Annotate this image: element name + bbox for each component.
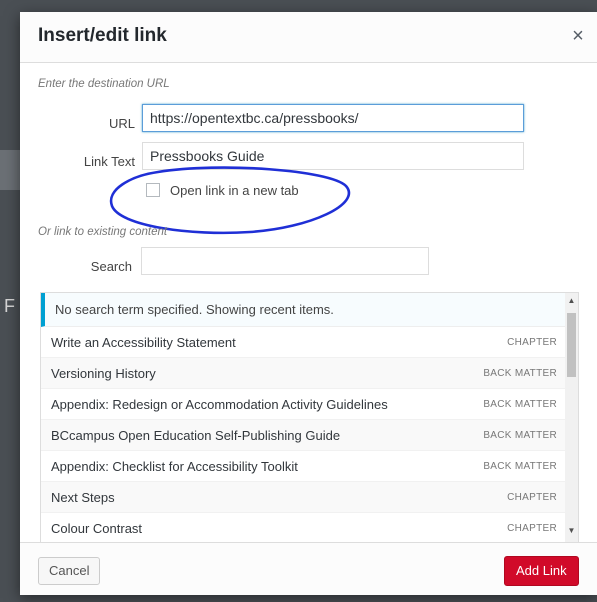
- cancel-button[interactable]: Cancel: [38, 557, 101, 585]
- search-input[interactable]: [141, 247, 429, 275]
- list-item-title: Colour Contrast: [51, 521, 143, 536]
- list-item-type: BACK MATTER: [483, 461, 557, 472]
- url-label: URL: [108, 116, 135, 131]
- existing-content-hint: Or link to existing content: [38, 226, 168, 238]
- list-item[interactable]: BCcampus Open Education Self-Publishing …: [41, 420, 565, 451]
- list-item-title: BCcampus Open Education Self-Publishing …: [51, 428, 341, 443]
- list-item[interactable]: Colour Contrast CHAPTER: [41, 513, 565, 543]
- list-item-type: CHAPTER: [507, 523, 557, 534]
- list-scrollbar[interactable]: ▲ ▼: [565, 293, 578, 543]
- scrollbar-thumb[interactable]: [567, 313, 576, 377]
- dialog-titlebar: Insert/edit link ×: [20, 12, 597, 63]
- list-item-type: CHAPTER: [507, 492, 557, 503]
- destination-hint: Enter the destination URL: [38, 78, 170, 90]
- background-strip: [0, 150, 20, 190]
- scroll-up-arrow-icon[interactable]: ▲: [565, 295, 578, 307]
- recent-items-list: No search term specified. Showing recent…: [40, 292, 579, 544]
- list-item[interactable]: Appendix: Checklist for Accessibility To…: [41, 451, 565, 482]
- url-input[interactable]: https://opentextbc.ca/pressbooks/: [142, 104, 524, 132]
- list-item-type: CHAPTER: [507, 337, 557, 348]
- scroll-down-arrow-icon[interactable]: ▼: [565, 525, 578, 537]
- list-item-title: Versioning History: [51, 366, 156, 381]
- list-item[interactable]: Versioning History BACK MATTER: [41, 358, 565, 389]
- list-item-type: BACK MATTER: [483, 368, 557, 379]
- insert-link-dialog: Insert/edit link × Enter the destination…: [20, 12, 597, 595]
- list-item[interactable]: Appendix: Redesign or Accommodation Acti…: [41, 389, 565, 420]
- dialog-footer: Cancel Add Link: [20, 542, 597, 595]
- list-item-title: Write an Accessibility Statement: [51, 335, 236, 350]
- list-item[interactable]: Write an Accessibility Statement CHAPTER: [41, 327, 565, 358]
- list-item-type: BACK MATTER: [483, 399, 557, 410]
- list-item-title: Appendix: Redesign or Accommodation Acti…: [51, 397, 388, 412]
- list-item-type: BACK MATTER: [483, 430, 557, 441]
- search-label: Search: [90, 259, 132, 274]
- add-link-button[interactable]: Add Link: [504, 556, 579, 586]
- list-item[interactable]: Next Steps CHAPTER: [41, 482, 565, 513]
- background-fragment: F: [4, 296, 15, 316]
- list-item-title: Appendix: Checklist for Accessibility To…: [51, 459, 298, 474]
- close-icon[interactable]: ×: [566, 24, 590, 48]
- search-notice: No search term specified. Showing recent…: [41, 293, 565, 327]
- list-item-title: Next Steps: [51, 490, 115, 505]
- dialog-title: Insert/edit link: [38, 25, 167, 46]
